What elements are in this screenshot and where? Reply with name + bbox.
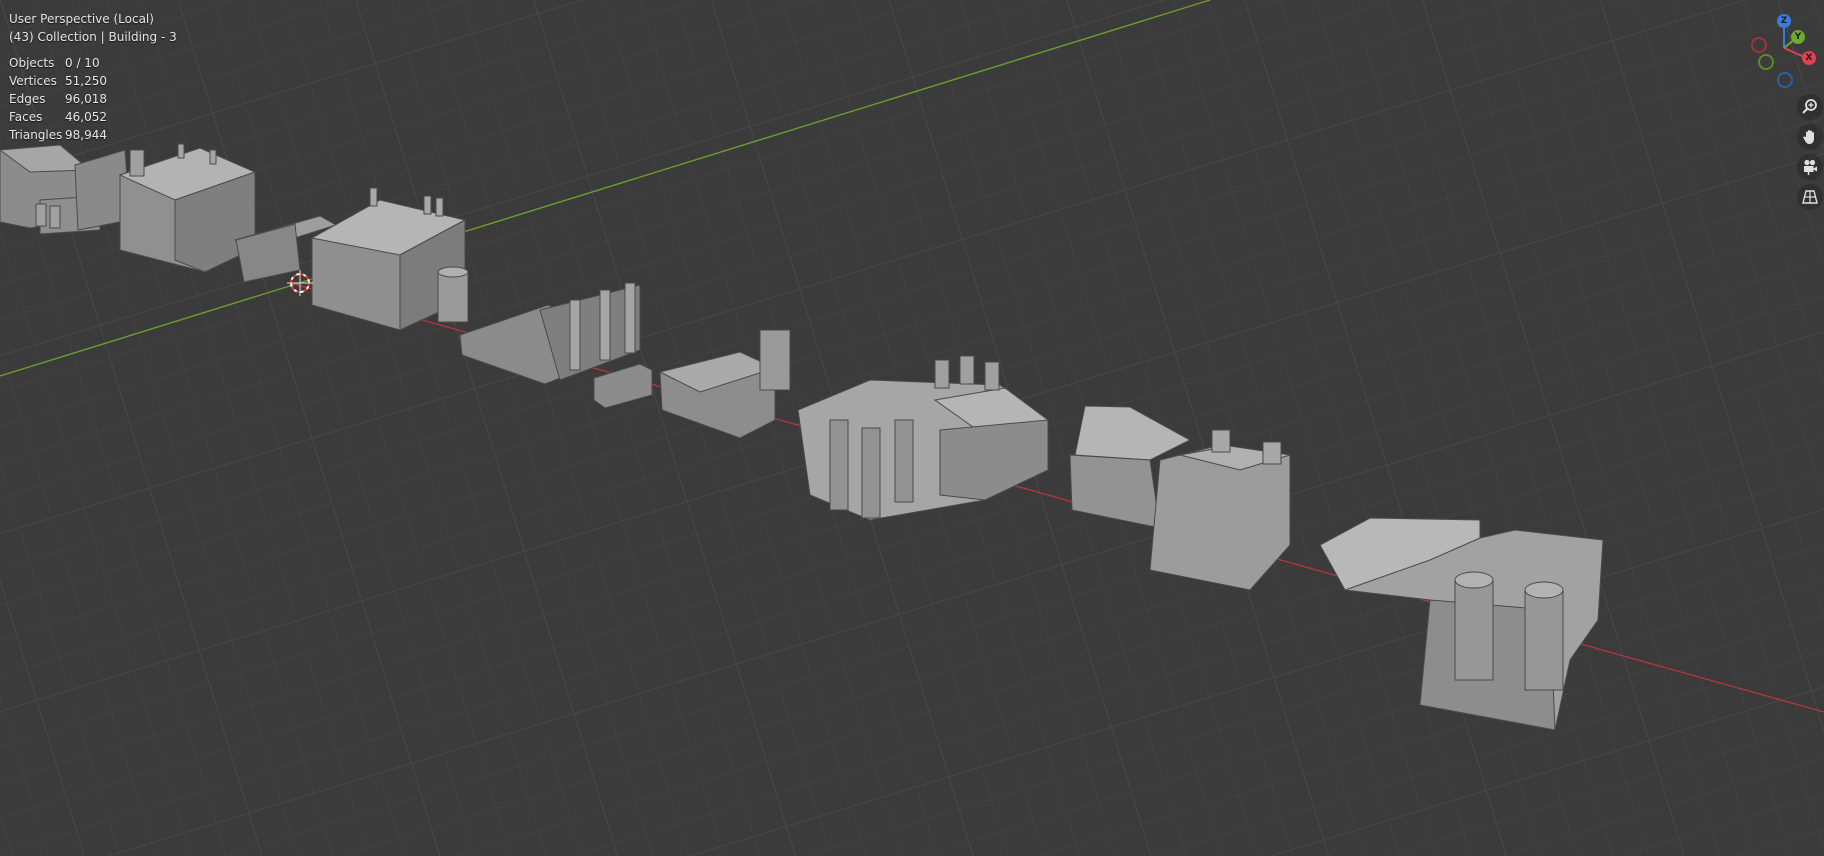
3d-viewport[interactable]: User Perspective (Local) (43) Collection…: [0, 0, 1824, 856]
stat-row-faces: Faces 46,052: [9, 108, 107, 126]
neg-x-axis-handle[interactable]: [1751, 37, 1767, 53]
stat-row-edges: Edges 96,018: [9, 90, 107, 108]
stat-label: Edges: [9, 92, 46, 106]
view-name: User Perspective (Local): [9, 12, 154, 26]
hand-pan-icon: [1803, 130, 1814, 144]
pan-button[interactable]: [1797, 124, 1823, 150]
neg-y-axis-handle[interactable]: [1758, 54, 1774, 70]
zoom-icon: [1802, 99, 1817, 114]
camera-view-icon: [1804, 159, 1817, 175]
y-axis-label: Y: [1794, 32, 1802, 42]
stat-row-triangles: Triangles 98,944: [9, 126, 107, 144]
navigation-gizmo[interactable]: Z Y X: [1746, 12, 1820, 88]
perspective-toggle-button[interactable]: [1797, 184, 1823, 210]
stat-value: 0 / 10: [65, 56, 100, 70]
viewport-navigation-tools: [1797, 94, 1824, 214]
stat-label: Faces: [9, 110, 43, 124]
stat-value: 98,944: [65, 128, 107, 142]
neg-z-axis-handle[interactable]: [1777, 72, 1793, 88]
x-axis-handle[interactable]: X: [1802, 51, 1816, 65]
stat-label: Vertices: [9, 74, 57, 88]
z-axis-label: Z: [1780, 16, 1788, 26]
stat-value: 96,018: [65, 92, 107, 106]
stat-value: 46,052: [65, 110, 107, 124]
stat-label: Objects: [9, 56, 55, 70]
stat-row-objects: Objects 0 / 10: [9, 54, 107, 72]
y-axis-handle[interactable]: Y: [1791, 30, 1805, 44]
camera-button[interactable]: [1797, 154, 1823, 180]
grid-perspective-icon: [1802, 190, 1818, 204]
viewport-info-overlay: User Perspective (Local) (43) Collection…: [9, 10, 177, 144]
z-axis-handle[interactable]: Z: [1777, 14, 1791, 28]
scene-statistics: Objects 0 / 10 Vertices 51,250 Edges 96,…: [9, 54, 107, 144]
scene-canvas[interactable]: [0, 0, 1824, 856]
zoom-button[interactable]: [1797, 94, 1823, 120]
stat-value: 51,250: [65, 74, 107, 88]
stat-label: Triangles: [9, 128, 63, 142]
x-axis-label: X: [1805, 53, 1813, 63]
collection-info: (43) Collection | Building - 3: [9, 30, 177, 44]
stat-row-vertices: Vertices 51,250: [9, 72, 107, 90]
